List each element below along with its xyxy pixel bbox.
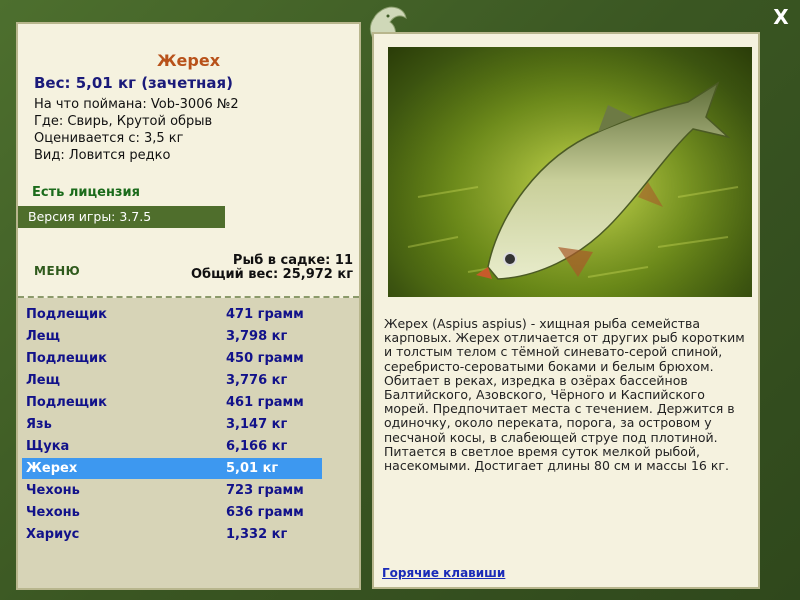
catch-fish-weight: 5,01 кг	[226, 461, 279, 476]
catch-row[interactable]: Язь 3,147 кг	[22, 414, 322, 435]
catch-fish-weight: 3,776 кг	[226, 373, 288, 388]
catch-fish-weight: 636 грамм	[226, 505, 304, 520]
catch-fish-weight: 723 грамм	[226, 483, 304, 498]
asp-fish-image	[388, 47, 752, 297]
catch-fish-weight: 450 грамм	[226, 351, 304, 366]
catch-fish-name: Щука	[26, 439, 70, 454]
fish-info-panel: Жерех Вес: 5,01 кг (зачетная) На что пой…	[16, 22, 361, 590]
fish-weight: Вес: 5,01 кг (зачетная)	[34, 74, 234, 92]
catch-row[interactable]: Чехонь 723 грамм	[22, 480, 322, 501]
valued-from: Оценивается с: 3,5 кг	[34, 131, 184, 146]
catch-fish-name: Подлещик	[26, 307, 107, 322]
catch-fish-weight: 1,332 кг	[226, 527, 288, 542]
hotkeys-link[interactable]: Горячие клавиши	[382, 566, 505, 580]
catch-fish-name: Подлещик	[26, 351, 107, 366]
catch-fish-name: Лещ	[26, 329, 60, 344]
fish-name-title: Жерех	[156, 51, 221, 70]
catch-row[interactable]: Подлещик 471 грамм	[22, 304, 322, 325]
fish-description: Жерех (Aspius aspius) - хищная рыба семе…	[384, 316, 745, 474]
catch-fish-name: Жерех	[26, 461, 78, 476]
catch-fish-weight: 3,147 кг	[226, 417, 288, 432]
catch-fish-weight: 6,166 кг	[226, 439, 288, 454]
fish-photo	[388, 47, 752, 297]
caught-with: На что поймана: Vob-3006 №2	[34, 97, 239, 112]
catch-fish-name: Язь	[26, 417, 52, 432]
total-weight: Общий вес: 25,972 кг	[190, 267, 353, 282]
menu-button[interactable]: МЕНЮ	[34, 264, 80, 278]
catch-fish-weight: 461 грамм	[226, 395, 304, 410]
keepnet-stats: Рыб в садке: 11 Общий вес: 25,972 кг	[191, 254, 353, 282]
game-version: Версия игры: 3.7.5	[18, 206, 225, 228]
catch-location: Где: Свирь, Крутой обрыв	[34, 114, 213, 129]
catch-list: Подлещик 471 грамм Лещ 3,798 кг Подлещик 450 …	[18, 298, 359, 588]
close-button[interactable]: X	[770, 6, 792, 28]
license-status: Есть лицензия	[32, 185, 140, 200]
fish-rarity: Вид: Ловится редко	[34, 148, 171, 163]
fish-description-panel: Жерех (Aspius aspius) - хищная рыба семе…	[372, 32, 760, 589]
catch-row[interactable]: Чехонь 636 грамм	[22, 502, 322, 523]
catch-row[interactable]: Лещ 3,776 кг	[22, 370, 322, 391]
catch-row[interactable]: Подлещик 461 грамм	[22, 392, 322, 413]
catch-fish-weight: 471 грамм	[226, 307, 304, 322]
catch-fish-name: Чехонь	[26, 505, 80, 520]
catch-fish-name: Хариус	[26, 527, 80, 542]
catch-row[interactable]: Лещ 3,798 кг	[22, 326, 322, 347]
catch-fish-name: Подлещик	[26, 395, 107, 410]
fish-count: Рыб в садке: 11	[232, 253, 353, 268]
catch-fish-name: Лещ	[26, 373, 60, 388]
catch-row[interactable]: Щука 6,166 кг	[22, 436, 322, 457]
catch-row[interactable]: Жерех 5,01 кг	[22, 458, 322, 479]
catch-fish-weight: 3,798 кг	[226, 329, 288, 344]
catch-fish-name: Чехонь	[26, 483, 80, 498]
catch-row[interactable]: Подлещик 450 грамм	[22, 348, 322, 369]
catch-row[interactable]: Хариус 1,332 кг	[22, 524, 322, 545]
